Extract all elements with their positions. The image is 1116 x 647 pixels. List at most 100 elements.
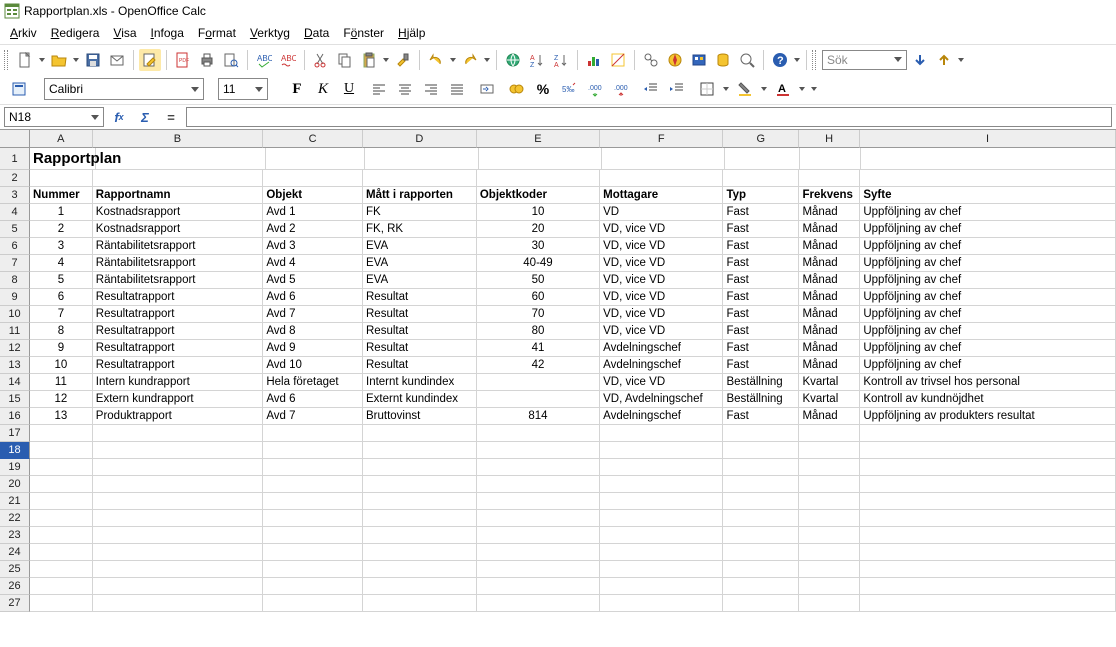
toolbar-grip[interactable] (4, 50, 8, 70)
cell-H16[interactable]: Månad (799, 408, 860, 425)
row-header-13[interactable]: 13 (0, 357, 30, 374)
col-header-I[interactable]: I (860, 130, 1116, 148)
row-header-8[interactable]: 8 (0, 272, 30, 289)
cell-E27[interactable] (477, 595, 600, 612)
cell-G13[interactable]: Fast (723, 357, 799, 374)
cell-C5[interactable]: Avd 2 (263, 221, 363, 238)
cell-H14[interactable]: Kvartal (799, 374, 860, 391)
cell-D23[interactable] (363, 527, 477, 544)
cell-G21[interactable] (723, 493, 799, 510)
row-header-5[interactable]: 5 (0, 221, 30, 238)
cell-D19[interactable] (363, 459, 477, 476)
cell-E3[interactable]: Objektkoder (477, 187, 600, 204)
hyperlink-icon[interactable] (502, 49, 524, 71)
cell-A24[interactable] (30, 544, 93, 561)
cell-B10[interactable]: Resultatrapport (93, 306, 264, 323)
col-header-H[interactable]: H (799, 130, 860, 148)
cell-D11[interactable]: Resultat (363, 323, 477, 340)
cell-A26[interactable] (30, 578, 93, 595)
cell-C3[interactable]: Objekt (263, 187, 363, 204)
function-wizard-icon[interactable]: fx (108, 107, 130, 127)
cell-F6[interactable]: VD, vice VD (600, 238, 723, 255)
remove-decimal-icon[interactable]: .000 (610, 78, 632, 100)
col-header-C[interactable]: C (263, 130, 363, 148)
cell-I23[interactable] (860, 527, 1116, 544)
styles-icon[interactable] (8, 78, 30, 100)
cell-I4[interactable]: Uppföljning av chef (860, 204, 1116, 221)
cell-B24[interactable] (93, 544, 264, 561)
cell-E26[interactable] (477, 578, 600, 595)
cell-I9[interactable]: Uppföljning av chef (860, 289, 1116, 306)
cell-F9[interactable]: VD, vice VD (600, 289, 723, 306)
cell-E16[interactable]: 814 (477, 408, 600, 425)
cell-I17[interactable] (860, 425, 1116, 442)
cell-D20[interactable] (363, 476, 477, 493)
copy-icon[interactable] (334, 49, 356, 71)
cell-F19[interactable] (600, 459, 723, 476)
cell-H15[interactable]: Kvartal (799, 391, 860, 408)
cell-C4[interactable]: Avd 1 (263, 204, 363, 221)
cell-B13[interactable]: Resultatrapport (93, 357, 264, 374)
cell-A21[interactable] (30, 493, 93, 510)
cell-E5[interactable]: 20 (477, 221, 600, 238)
cell-D15[interactable]: Externt kundindex (363, 391, 477, 408)
cell-I8[interactable]: Uppföljning av chef (860, 272, 1116, 289)
cell-D16[interactable]: Bruttovinst (363, 408, 477, 425)
row-header-1[interactable]: 1 (0, 148, 30, 170)
cell-A7[interactable]: 4 (30, 255, 93, 272)
cell-A10[interactable]: 7 (30, 306, 93, 323)
cell-E22[interactable] (477, 510, 600, 527)
menu-format[interactable]: Format (192, 24, 242, 42)
cell-D5[interactable]: FK, RK (363, 221, 477, 238)
navigator-icon[interactable] (664, 49, 686, 71)
col-header-B[interactable]: B (93, 130, 264, 148)
cell-A19[interactable] (30, 459, 93, 476)
cell-C6[interactable]: Avd 3 (263, 238, 363, 255)
open-icon[interactable] (48, 49, 70, 71)
new-doc-icon[interactable] (14, 49, 36, 71)
menu-visa[interactable]: Visa (107, 24, 142, 42)
cell-A17[interactable] (30, 425, 93, 442)
cell-H7[interactable]: Månad (799, 255, 860, 272)
cell-B22[interactable] (93, 510, 264, 527)
paste-dropdown[interactable] (382, 49, 390, 71)
cell-D24[interactable] (363, 544, 477, 561)
cell-D6[interactable]: EVA (363, 238, 477, 255)
cell-I26[interactable] (860, 578, 1116, 595)
cell-G11[interactable]: Fast (723, 323, 799, 340)
auto-spellcheck-icon[interactable]: ABC (277, 49, 299, 71)
select-all-corner[interactable] (0, 130, 30, 148)
cell-I10[interactable]: Uppföljning av chef (860, 306, 1116, 323)
cell-F4[interactable]: VD (600, 204, 723, 221)
cell-I2[interactable] (860, 170, 1116, 187)
spellcheck-icon[interactable]: ABC (253, 49, 275, 71)
search-down-icon[interactable] (909, 49, 931, 71)
cell-F8[interactable]: VD, vice VD (600, 272, 723, 289)
cell-C2[interactable] (263, 170, 363, 187)
font-color-dropdown[interactable] (798, 78, 806, 100)
cell-E13[interactable]: 42 (477, 357, 600, 374)
cell-H9[interactable]: Månad (799, 289, 860, 306)
bg-color-icon[interactable] (734, 78, 756, 100)
cell-B7[interactable]: Räntabilitetsrapport (93, 255, 264, 272)
cell-E20[interactable] (477, 476, 600, 493)
sort-asc-icon[interactable]: AZ (526, 49, 548, 71)
cell-C18[interactable] (263, 442, 363, 459)
cell-G12[interactable]: Fast (723, 340, 799, 357)
cell-D17[interactable] (363, 425, 477, 442)
cell-G7[interactable]: Fast (723, 255, 799, 272)
bg-color-dropdown[interactable] (760, 78, 768, 100)
cell-B17[interactable] (93, 425, 264, 442)
cell-C7[interactable]: Avd 4 (263, 255, 363, 272)
cell-G14[interactable]: Beställning (723, 374, 799, 391)
cell-B11[interactable]: Resultatrapport (93, 323, 264, 340)
save-icon[interactable] (82, 49, 104, 71)
cell-F2[interactable] (600, 170, 723, 187)
cell-F1[interactable] (602, 148, 725, 170)
cell-A4[interactable]: 1 (30, 204, 93, 221)
cell-A20[interactable] (30, 476, 93, 493)
export-pdf-icon[interactable]: PDF (172, 49, 194, 71)
cell-F7[interactable]: VD, vice VD (600, 255, 723, 272)
new-doc-dropdown[interactable] (38, 49, 46, 71)
show-draw-icon[interactable] (607, 49, 629, 71)
